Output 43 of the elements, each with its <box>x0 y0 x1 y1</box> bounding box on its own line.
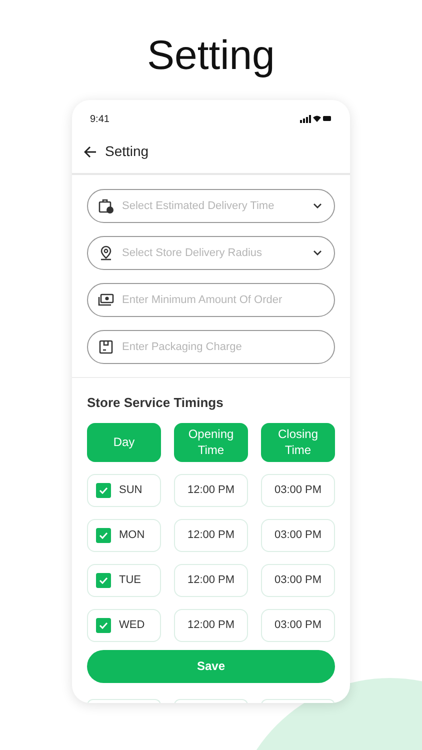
checkmark-icon <box>99 486 108 494</box>
column-header: Closing Time <box>261 422 335 462</box>
column-header: Opening Time <box>174 422 248 462</box>
page-title: Setting <box>146 31 276 78</box>
time-cell[interactable]: 03:00 PM <box>261 474 335 507</box>
day-label: TUE <box>119 572 141 588</box>
text-box[interactable]: Enter Packaging Charge <box>87 330 335 364</box>
time-cell[interactable]: 12:00 PM <box>174 608 248 642</box>
chevron-down-icon <box>313 203 322 210</box>
checkmark-icon <box>99 622 108 629</box>
checkbox[interactable] <box>96 618 111 633</box>
time-cell[interactable]: 12:00 PM <box>174 518 248 552</box>
time-cell[interactable]: 12:00 PM <box>174 474 248 507</box>
time-cell[interactable]: 03:00 PM <box>261 564 335 597</box>
section-title: Store Service Timings <box>86 394 224 412</box>
status-time: 9:41 <box>90 112 110 127</box>
checkmark-icon <box>99 576 108 584</box>
time-cell[interactable]: 03:00 PM <box>261 608 335 642</box>
select-box[interactable]: Select Estimated Delivery Time <box>87 189 335 224</box>
select-field[interactable]: Select Store Delivery Radius <box>122 244 305 262</box>
select-field[interactable]: Select Estimated Delivery Time <box>122 198 305 214</box>
checkbox[interactable] <box>96 572 111 588</box>
back-arrow-icon[interactable] <box>84 146 97 158</box>
cash-icon <box>98 292 114 308</box>
chevron-down-icon <box>313 250 322 256</box>
time-cell[interactable]: 12:00 PM <box>174 564 248 597</box>
box-icon <box>98 339 114 356</box>
location-pin-icon <box>98 245 114 262</box>
time-cell[interactable]: 03:00 PM <box>261 518 335 552</box>
day-label: WED <box>119 618 145 633</box>
input-field[interactable]: Enter Packaging Charge <box>122 338 322 356</box>
status-icons-drawing <box>300 114 332 124</box>
checkbox[interactable] <box>96 528 111 543</box>
header-title: Setting <box>105 142 149 162</box>
column-header: Day <box>87 422 161 462</box>
bag-clock-icon <box>98 198 114 214</box>
select-box[interactable]: Select Store Delivery Radius <box>87 236 335 270</box>
checkmark-icon <box>99 532 108 539</box>
input-field[interactable]: Enter Minimum Amount Of Order <box>122 292 322 308</box>
day-label: MON <box>119 528 145 543</box>
text-box[interactable]: Enter Minimum Amount Of Order <box>87 283 335 318</box>
day-label: SUN <box>119 482 142 498</box>
checkbox[interactable] <box>96 482 111 498</box>
